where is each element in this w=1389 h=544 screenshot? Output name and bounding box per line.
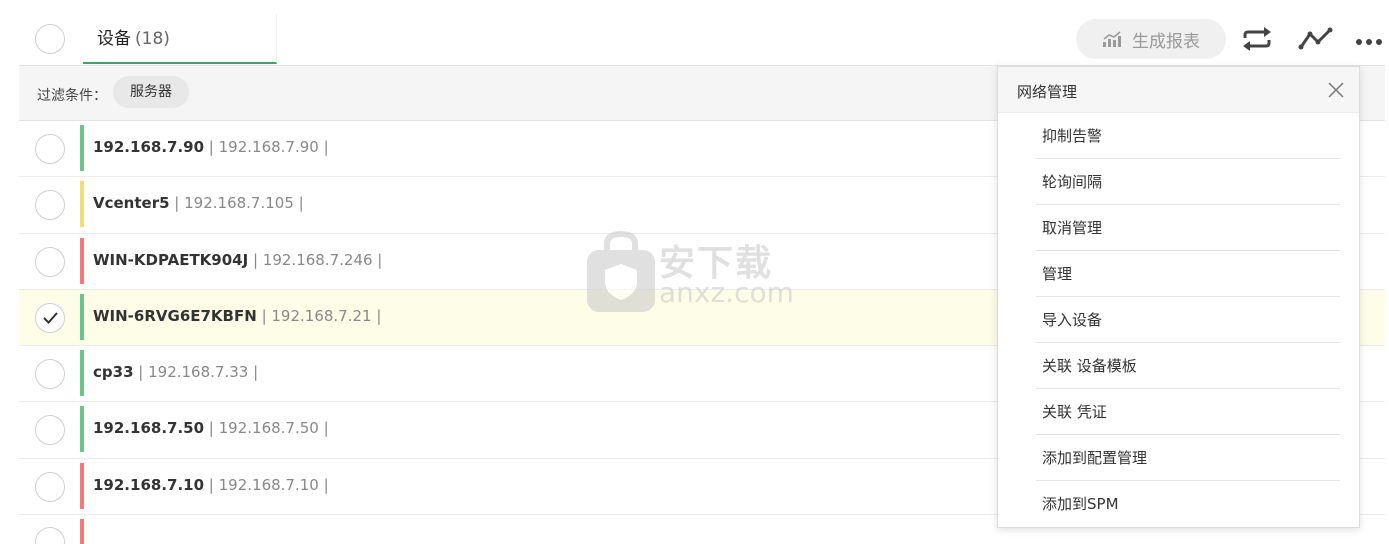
device-ip: | 192.168.7.246 | — [248, 250, 383, 269]
menu-item-unmanage[interactable]: 取消管理 — [1036, 205, 1340, 251]
device-label[interactable]: 192.168.7.90 | 192.168.7.90 | — [93, 138, 329, 156]
row-checkbox[interactable] — [35, 134, 65, 164]
more-icon[interactable] — [1352, 30, 1386, 50]
filter-chip-server[interactable]: 服务器 — [113, 76, 189, 108]
menu-item-add-to-config[interactable]: 添加到配置管理 — [1036, 435, 1340, 481]
device-label[interactable]: 192.168.7.10 | 192.168.7.10 | — [93, 476, 329, 494]
device-label[interactable]: Vcenter5 | 192.168.7.105 | — [93, 194, 304, 212]
menu-header: 网络管理 — [998, 67, 1359, 113]
generate-report-button[interactable]: 生成报表 — [1076, 19, 1226, 59]
select-all-checkbox[interactable] — [35, 24, 65, 54]
header: 设备 (18) 生成报表 — [0, 0, 1389, 65]
status-indicator — [80, 350, 84, 397]
network-management-menu: 网络管理 抑制告警 轮询间隔 取消管理 管理 导入设备 关联 设备模板 关联 凭… — [997, 66, 1360, 528]
status-indicator — [80, 125, 84, 171]
status-indicator — [80, 181, 84, 228]
device-label[interactable]: WIN-6RVG6E7KBFN | 192.168.7.21 | — [93, 307, 381, 325]
trend-icon[interactable] — [1298, 26, 1334, 52]
row-checkbox[interactable] — [35, 415, 65, 446]
device-ip: | 192.168.7.10 | — [204, 475, 329, 494]
menu-title: 网络管理 — [1017, 83, 1078, 101]
menu-item-poll-interval[interactable]: 轮询间隔 — [1036, 159, 1340, 205]
status-indicator — [80, 462, 84, 509]
status-indicator — [80, 293, 84, 340]
row-checkbox[interactable] — [35, 471, 65, 502]
device-name: WIN-KDPAETK904J — [93, 250, 249, 269]
menu-item-manage[interactable]: 管理 — [1036, 251, 1340, 297]
device-count: (18) — [135, 29, 170, 49]
device-name: cp33 — [93, 363, 134, 382]
row-checkbox[interactable] — [35, 359, 65, 390]
device-name: Vcenter5 — [93, 194, 170, 213]
report-button-label: 生成报表 — [1132, 31, 1200, 52]
device-label[interactable]: cp33 | 192.168.7.33 | — [93, 363, 258, 381]
menu-item-associate-credential[interactable]: 关联 凭证 — [1036, 389, 1340, 435]
devices-tab[interactable]: 设备 (18) — [83, 14, 277, 64]
device-label[interactable]: WIN-KDPAETK904J | 192.168.7.246 | — [93, 251, 382, 269]
device-label[interactable]: 192.168.7.50 | 192.168.7.50 | — [93, 419, 329, 437]
menu-item-suppress-alarm[interactable]: 抑制告警 — [1036, 113, 1340, 159]
check-icon — [43, 312, 58, 324]
row-checkbox[interactable] — [35, 246, 65, 277]
menu-item-add-to-spm[interactable]: 添加到SPM — [1036, 481, 1340, 527]
row-checkbox[interactable] — [35, 190, 65, 221]
shield-bag-icon — [587, 230, 655, 312]
filter-label: 过滤条件： — [37, 88, 107, 104]
status-indicator — [80, 406, 84, 453]
close-icon[interactable] — [1328, 82, 1344, 98]
chart-icon — [1103, 31, 1121, 47]
device-ip: | 192.168.7.50 | — [204, 419, 329, 438]
device-name: 192.168.7.90 — [93, 138, 205, 156]
device-ip: | 192.168.7.105 | — [169, 194, 304, 213]
device-ip: | 192.168.7.90 | — [204, 138, 329, 156]
device-list-page: 设备 (18) 生成报表 过滤条件： 服务器 192.168.7.90 | 19… — [0, 0, 1389, 544]
sync-icon[interactable] — [1239, 26, 1275, 52]
status-indicator — [80, 519, 84, 544]
menu-item-associate-template[interactable]: 关联 设备模板 — [1036, 343, 1340, 389]
device-ip: | 192.168.7.33 | — [133, 363, 259, 382]
menu-item-import-device[interactable]: 导入设备 — [1036, 297, 1340, 343]
watermark-text-en: anxz.com — [659, 276, 794, 309]
row-checkbox[interactable] — [35, 527, 65, 544]
device-name: 192.168.7.10 — [93, 475, 205, 494]
row-checkbox-checked[interactable] — [35, 302, 65, 333]
watermark: 安下载 anxz.com — [585, 228, 805, 318]
page-title: 设备 — [97, 29, 131, 49]
device-ip: | 192.168.7.21 | — [256, 306, 382, 325]
device-name: WIN-6RVG6E7KBFN — [93, 306, 257, 325]
status-indicator — [80, 237, 84, 284]
menu-list: 抑制告警 轮询间隔 取消管理 管理 导入设备 关联 设备模板 关联 凭证 添加到… — [1036, 113, 1340, 527]
device-name: 192.168.7.50 — [93, 419, 205, 438]
